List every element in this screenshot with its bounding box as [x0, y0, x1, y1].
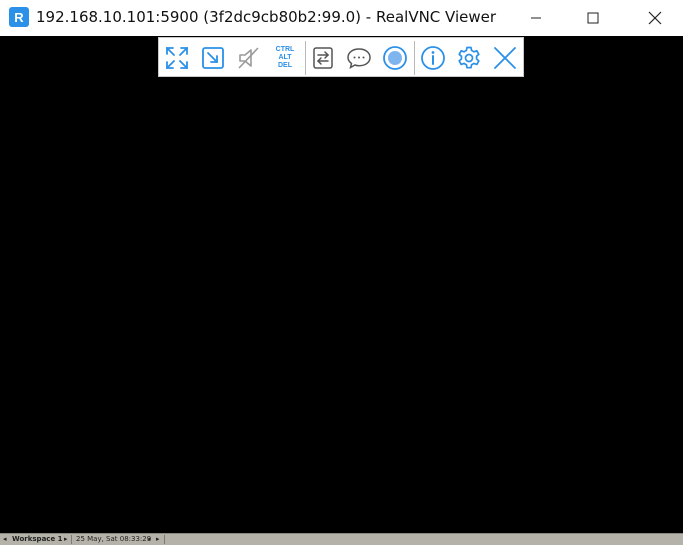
alt-label: ALT — [278, 54, 292, 61]
del-label: DEL — [278, 62, 292, 69]
maximize-button[interactable] — [565, 0, 621, 36]
realvnc-logo-icon: R — [9, 7, 29, 27]
ctrl-alt-del-button[interactable]: CTRL ALT DEL — [269, 42, 301, 74]
info-icon — [421, 46, 445, 70]
workspace-label[interactable]: Workspace 1 — [12, 535, 63, 543]
close-icon — [648, 11, 662, 25]
maximize-icon — [587, 12, 599, 24]
close-window-button[interactable] — [627, 0, 683, 36]
remote-taskbar: ◂ Workspace 1 ▸ 25 May, Sat 08:33:29 ◂ ▸ — [0, 533, 683, 545]
scale-icon — [202, 47, 224, 69]
workspace-next-arrow[interactable]: ▸ — [64, 535, 68, 543]
gear-icon — [458, 46, 480, 69]
close-toolbar-button[interactable] — [489, 42, 521, 74]
record-button[interactable] — [379, 42, 411, 74]
scale-to-window-button[interactable] — [197, 42, 229, 74]
taskbar-divider — [71, 535, 72, 544]
settings-button[interactable] — [453, 42, 485, 74]
nav-left-arrow[interactable]: ◂ — [147, 535, 151, 543]
speaker-muted-icon — [238, 47, 259, 69]
info-button[interactable] — [417, 42, 449, 74]
toolbar-separator — [414, 41, 415, 75]
datetime-label: 25 May, Sat 08:33:29 — [76, 535, 152, 543]
record-icon — [383, 46, 407, 70]
window-title: 192.168.10.101:5900 (3f2dc9cb80b2:99.0) … — [36, 8, 497, 26]
ctrl-label: CTRL — [275, 46, 295, 53]
toolbar-separator — [305, 41, 306, 75]
minimize-icon — [531, 17, 541, 19]
chat-icon — [347, 48, 371, 69]
remote-desktop-screen[interactable] — [0, 36, 683, 533]
file-transfer-button[interactable] — [307, 42, 339, 74]
nav-right-arrow[interactable]: ▸ — [156, 535, 160, 543]
transfer-icon — [313, 47, 333, 69]
expand-arrows-icon — [166, 47, 188, 69]
close-icon — [494, 47, 516, 69]
minimize-button[interactable] — [508, 0, 564, 36]
title-bar[interactable]: R 192.168.10.101:5900 (3f2dc9cb80b2:99.0… — [0, 0, 683, 36]
taskbar-divider — [164, 535, 165, 544]
vnc-toolbar: CTRL ALT DEL — [158, 37, 524, 77]
chat-button[interactable] — [343, 42, 375, 74]
workspace-prev-arrow[interactable]: ◂ — [3, 535, 7, 543]
audio-toggle-button[interactable] — [233, 42, 265, 74]
full-screen-button[interactable] — [161, 42, 193, 74]
vnc-viewer-window: R 192.168.10.101:5900 (3f2dc9cb80b2:99.0… — [0, 0, 683, 545]
